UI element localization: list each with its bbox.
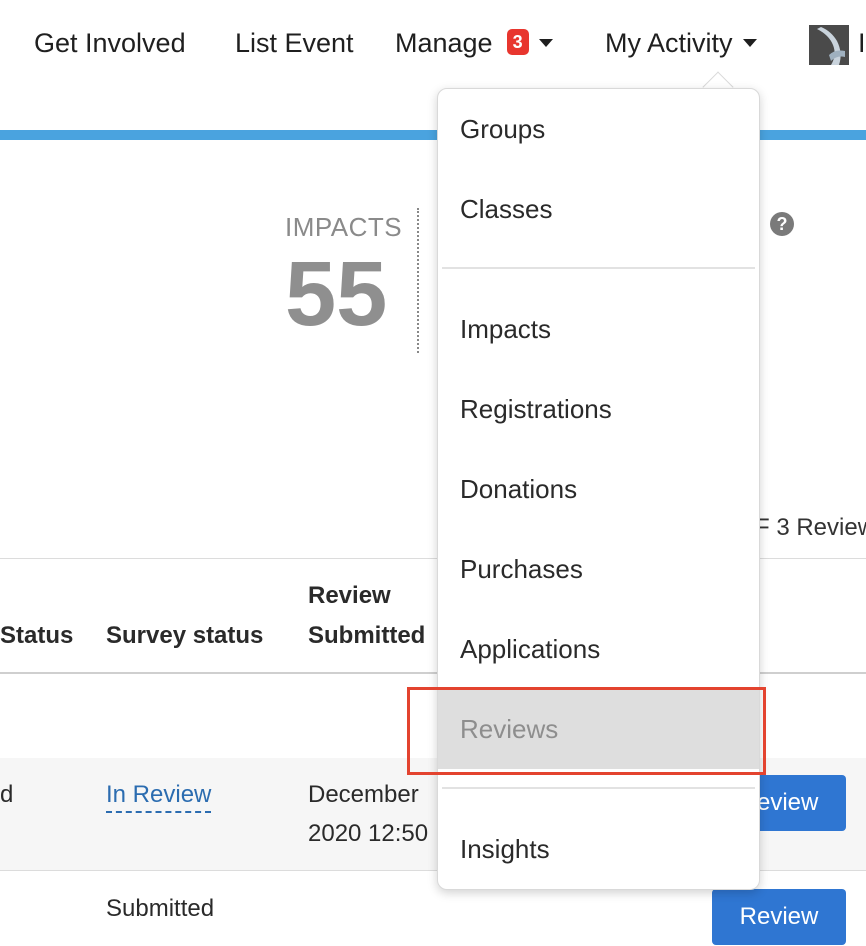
reviews-highlight-annotation: [407, 687, 766, 775]
reviews-count-text: F 3 Review: [755, 514, 866, 541]
menu-item-insights[interactable]: Insights: [438, 809, 759, 889]
menu-item-registrations[interactable]: Registrations: [438, 369, 759, 449]
row-2-review-button[interactable]: Review: [712, 889, 846, 945]
menu-item-donations[interactable]: Donations: [438, 449, 759, 529]
column-header-review-line1[interactable]: Review: [308, 582, 391, 610]
chevron-down-icon: [538, 38, 553, 47]
menu-item-groups[interactable]: Groups: [438, 89, 759, 169]
menu-divider: [442, 267, 755, 269]
help-icon[interactable]: ?: [770, 212, 794, 236]
stats-divider: [417, 208, 419, 353]
manage-count-badge: 3: [506, 29, 529, 56]
nav-manage[interactable]: Manage 3: [395, 28, 553, 59]
in-review-link-label: In Review: [106, 781, 212, 813]
nav-manage-label: Manage: [395, 28, 493, 58]
menu-item-impacts[interactable]: Impacts: [438, 289, 759, 369]
menu-divider: [442, 787, 755, 789]
nav-my-activity[interactable]: My Activity: [605, 28, 757, 59]
nav-get-involved[interactable]: Get Involved: [34, 28, 186, 59]
menu-item-applications[interactable]: Applications: [438, 609, 759, 689]
column-header-survey-status[interactable]: Survey status: [106, 622, 263, 650]
row-1-submitted-line2: 2020 12:50: [308, 820, 429, 847]
menu-item-classes[interactable]: Classes: [438, 169, 759, 249]
row-1-survey-status-link[interactable]: In Review: [106, 781, 212, 813]
avatar-image: [809, 25, 849, 65]
nav-user-name-label: I: [858, 28, 866, 58]
nav-list-event-label: List Event: [235, 28, 354, 58]
menu-item-purchases[interactable]: Purchases: [438, 529, 759, 609]
column-header-review-line2[interactable]: Submitted: [308, 622, 425, 650]
avatar[interactable]: [809, 25, 849, 65]
nav-get-involved-label: Get Involved: [34, 28, 186, 58]
row-2-survey-status: Submitted: [106, 895, 215, 922]
top-nav: Get Involved List Event Manage 3 My Activ…: [0, 0, 866, 90]
impacts-value: 55: [285, 243, 388, 345]
nav-my-activity-label: My Activity: [605, 28, 733, 58]
row-1-submitted-line1: December: [308, 781, 419, 808]
column-header-status[interactable]: Status: [0, 622, 73, 650]
chevron-down-icon: [742, 38, 757, 47]
row-1-status: d: [0, 781, 14, 808]
nav-user-name-truncated[interactable]: I: [858, 28, 866, 59]
nav-list-event[interactable]: List Event: [235, 28, 354, 59]
impacts-label: IMPACTS: [285, 212, 403, 242]
